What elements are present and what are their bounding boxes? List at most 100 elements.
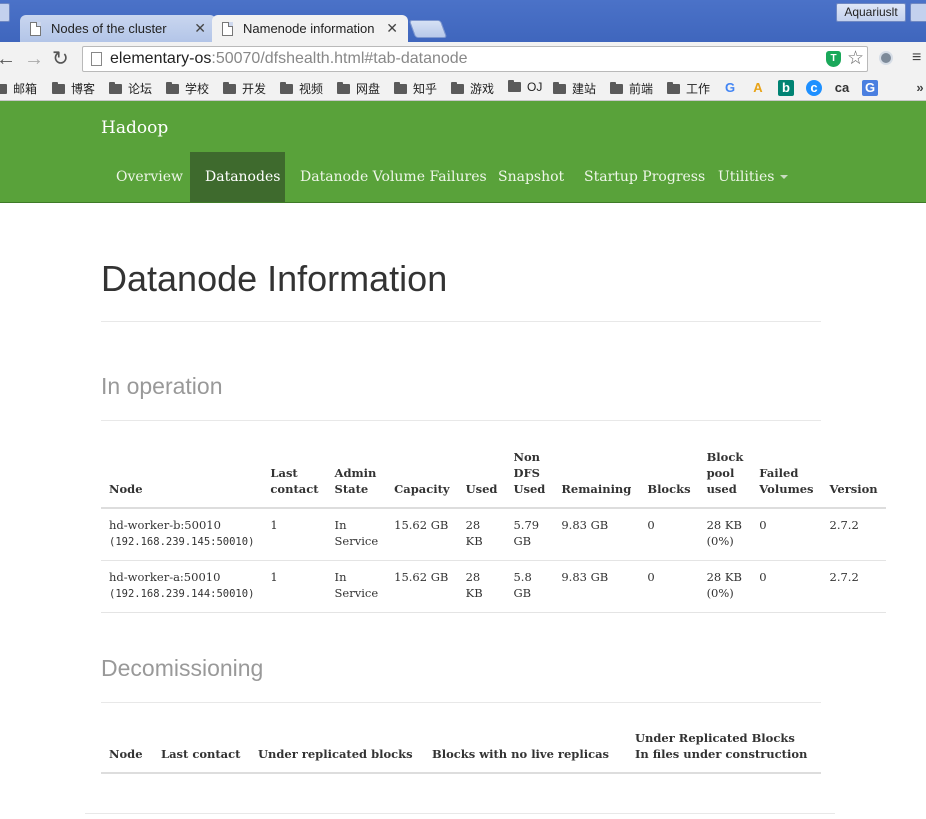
google-icon[interactable]: G bbox=[722, 80, 738, 96]
col-failed-volumes: Failed Volumes bbox=[751, 441, 822, 509]
cell-remaining: 9.83 GB bbox=[553, 508, 640, 561]
cell-capacity: 15.62 GB bbox=[386, 560, 458, 613]
new-tab-button[interactable] bbox=[408, 20, 448, 38]
folder-icon bbox=[508, 80, 521, 92]
folder-icon bbox=[394, 81, 407, 94]
browser-toolbar: ← → ↻ elementary-os:50070/dfshealth.html… bbox=[0, 42, 926, 76]
brand[interactable]: Hadoop bbox=[101, 118, 168, 138]
folder-icon bbox=[223, 81, 236, 94]
folder-icon bbox=[337, 81, 350, 94]
bookmark-folder[interactable]: 开发 bbox=[223, 80, 266, 97]
in-operation-table: Node Last contact Admin State Capacity U… bbox=[101, 441, 886, 613]
back-icon[interactable]: ← bbox=[0, 48, 16, 70]
nav-utilities[interactable]: Utilities bbox=[703, 152, 803, 202]
close-icon[interactable]: ✕ bbox=[386, 20, 398, 37]
cell-admin-state: In Service bbox=[326, 560, 387, 613]
divider bbox=[101, 702, 821, 703]
nav-overview[interactable]: Overview bbox=[101, 152, 198, 202]
bookmark-folder[interactable]: 游戏 bbox=[451, 80, 494, 97]
cell-capacity: 15.62 GB bbox=[386, 508, 458, 561]
app-icon[interactable]: ca bbox=[834, 80, 850, 96]
col-node: Node bbox=[101, 722, 153, 774]
bing-icon[interactable]: b bbox=[778, 80, 794, 96]
browser-tab-nodes[interactable]: Nodes of the cluster ✕ bbox=[20, 15, 216, 42]
nav-datanodes[interactable]: Datanodes bbox=[190, 152, 285, 202]
bookmark-folder[interactable]: 学校 bbox=[166, 80, 209, 97]
star-icon[interactable]: ☆ bbox=[847, 47, 864, 70]
bookmarks-bar: 邮箱 博客 论坛 学校 开发 视频 网盘 知乎 游戏 OJ 建站 前端 工作 G… bbox=[0, 76, 926, 101]
cell-blocks: 0 bbox=[639, 508, 699, 561]
close-icon[interactable]: ✕ bbox=[194, 20, 206, 37]
cell-non-dfs-used: 5.79 GB bbox=[505, 508, 554, 561]
nav-volume-failures[interactable]: Datanode Volume Failures bbox=[285, 152, 502, 202]
bookmark-folder[interactable]: 邮箱 bbox=[0, 80, 37, 97]
col-block-pool-used: Block pool used bbox=[698, 441, 752, 509]
reload-icon[interactable]: ↻ bbox=[52, 48, 69, 70]
col-no-live-replicas: Blocks with no live replicas bbox=[424, 722, 627, 774]
bookmark-folder[interactable]: 知乎 bbox=[394, 80, 437, 97]
url-text: elementary-os:50070/dfshealth.html#tab-d… bbox=[110, 50, 468, 67]
forward-icon[interactable]: → bbox=[24, 48, 44, 70]
cell-last-contact: 1 bbox=[262, 508, 327, 561]
cell-admin-state: In Service bbox=[326, 508, 387, 561]
page-title: Datanode Information bbox=[101, 258, 448, 299]
bookmark-folder[interactable]: 工作 bbox=[667, 80, 710, 97]
shield-icon[interactable]: T bbox=[826, 51, 841, 67]
address-bar[interactable]: elementary-os:50070/dfshealth.html#tab-d… bbox=[82, 46, 868, 72]
profile-button[interactable]: Aquariuslt bbox=[836, 3, 906, 22]
cell-failed-volumes: 0 bbox=[751, 508, 822, 561]
table-row: hd-worker-a:50010 (192.168.239.144:50010)… bbox=[101, 560, 886, 613]
col-under-construction: Under Replicated Blocks In files under co… bbox=[627, 722, 821, 774]
table-header-row: Node Last contact Admin State Capacity U… bbox=[101, 441, 886, 509]
hadoop-navbar: Hadoop Overview Datanodes Datanode Volum… bbox=[0, 101, 926, 203]
folder-icon bbox=[451, 81, 464, 94]
nav-snapshot[interactable]: Snapshot bbox=[483, 152, 579, 202]
window-button[interactable] bbox=[910, 3, 926, 22]
cell-blocks: 0 bbox=[639, 560, 699, 613]
col-node: Node bbox=[101, 441, 263, 509]
col-last-contact: Last contact bbox=[262, 441, 327, 509]
tab-title: Namenode information bbox=[243, 21, 375, 36]
bookmark-folder[interactable]: 前端 bbox=[610, 80, 653, 97]
bookmark-folder[interactable]: 网盘 bbox=[337, 80, 380, 97]
folder-icon bbox=[553, 81, 566, 94]
col-used: Used bbox=[457, 441, 506, 509]
folder-icon bbox=[280, 81, 293, 94]
cell-block-pool-used: 28 KB (0%) bbox=[698, 508, 752, 561]
nav-startup-progress[interactable]: Startup Progress bbox=[569, 152, 720, 202]
table-row: hd-worker-b:50010 (192.168.239.145:50010)… bbox=[101, 508, 886, 561]
bookmark-folder[interactable]: OJ bbox=[508, 80, 542, 94]
cell-version: 2.7.2 bbox=[821, 508, 886, 561]
more-bookmarks-button[interactable]: » bbox=[912, 80, 926, 96]
app-icon[interactable]: A bbox=[750, 80, 766, 96]
page-icon bbox=[222, 21, 233, 36]
window-button[interactable] bbox=[0, 3, 10, 22]
extension-icon[interactable] bbox=[879, 51, 893, 65]
divider bbox=[85, 813, 835, 814]
app-icon[interactable]: c bbox=[806, 80, 822, 96]
cell-block-pool-used: 28 KB (0%) bbox=[698, 560, 752, 613]
cell-version: 2.7.2 bbox=[821, 560, 886, 613]
browser-tab-bar: Nodes of the cluster ✕ Namenode informat… bbox=[0, 0, 926, 42]
decommissioning-table: Node Last contact Under replicated block… bbox=[101, 722, 821, 774]
menu-icon[interactable]: ≡ bbox=[912, 50, 926, 66]
col-non-dfs-used: Non DFS Used bbox=[505, 441, 554, 509]
col-remaining: Remaining bbox=[553, 441, 640, 509]
col-under-replicated: Under replicated blocks bbox=[250, 722, 424, 774]
section-heading-in-operation: In operation bbox=[101, 373, 223, 399]
cell-used: 28 KB bbox=[457, 508, 506, 561]
col-admin-state: Admin State bbox=[326, 441, 387, 509]
translate-icon[interactable]: G bbox=[862, 80, 878, 96]
col-version: Version bbox=[821, 441, 886, 509]
bookmark-folder[interactable]: 论坛 bbox=[109, 80, 152, 97]
cell-node: hd-worker-b:50010 (192.168.239.145:50010) bbox=[101, 508, 263, 561]
col-blocks: Blocks bbox=[639, 441, 699, 509]
bookmark-folder[interactable]: 视频 bbox=[280, 80, 323, 97]
bookmark-folder[interactable]: 建站 bbox=[553, 80, 596, 97]
folder-icon bbox=[109, 81, 122, 94]
browser-tab-namenode[interactable]: Namenode information ✕ bbox=[212, 15, 408, 42]
col-last-contact: Last contact bbox=[153, 722, 250, 774]
tab-title: Nodes of the cluster bbox=[51, 21, 167, 36]
bookmark-folder[interactable]: 博客 bbox=[52, 80, 95, 97]
folder-icon bbox=[610, 81, 623, 94]
